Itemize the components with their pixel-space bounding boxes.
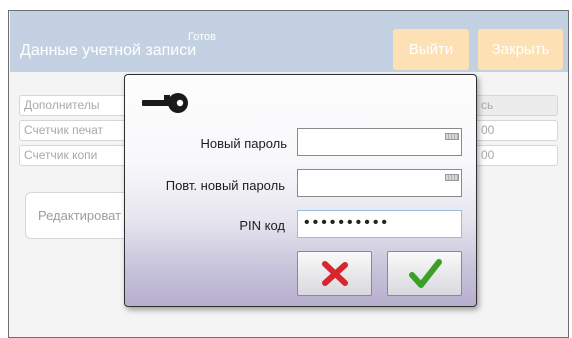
keyboard-icon[interactable] <box>445 133 459 140</box>
print-counter-row: Счетчик печат <box>19 120 139 141</box>
repeat-password-field[interactable] <box>297 169 462 197</box>
cancel-button[interactable] <box>297 251 372 296</box>
copy-counter-row: Счетчик копи <box>19 145 139 166</box>
confirm-button[interactable] <box>387 251 462 296</box>
additional-row: Дополнителы <box>19 95 139 116</box>
x-icon <box>321 260 348 286</box>
page-title: Данные учетной записи <box>20 42 197 59</box>
checkmark-icon <box>408 258 442 288</box>
copy-counter-value: 00 <box>470 145 558 166</box>
additional-value: сь <box>470 95 558 116</box>
pin-field[interactable]: •••••••••• <box>297 210 462 238</box>
pin-label: PIN код <box>239 218 285 233</box>
logout-button[interactable]: Выйти <box>393 29 469 70</box>
print-counter-value: 00 <box>470 120 558 141</box>
key-icon <box>142 93 188 113</box>
new-password-label: Новый пароль <box>200 136 287 151</box>
new-password-field[interactable] <box>297 128 462 156</box>
keyboard-icon[interactable] <box>445 174 459 181</box>
repeat-password-label: Повт. новый пароль <box>165 178 285 193</box>
close-button[interactable]: Закрыть <box>478 29 563 70</box>
